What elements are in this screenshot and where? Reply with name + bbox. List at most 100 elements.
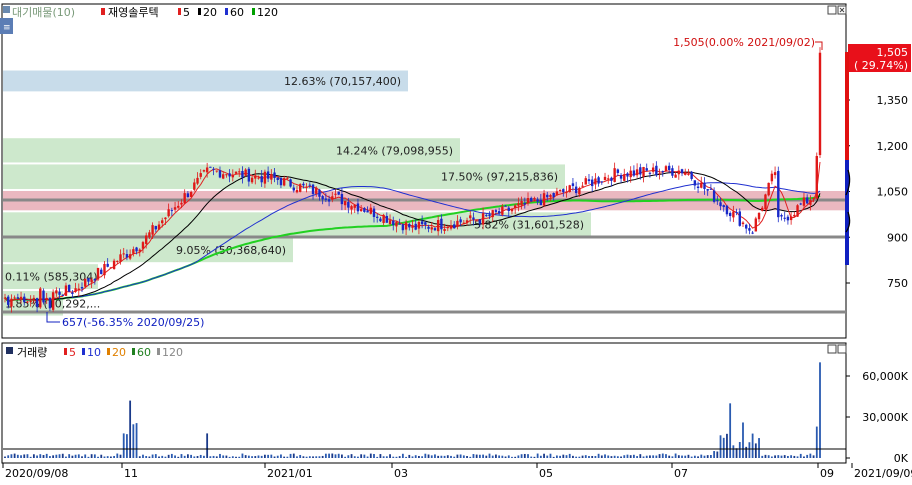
- candle-body: [276, 177, 279, 181]
- candle-body: [331, 196, 334, 200]
- volume-bar: [572, 455, 574, 458]
- candle-body: [212, 168, 215, 170]
- volume-bar: [626, 454, 629, 458]
- index-icon: [3, 6, 10, 13]
- volume-bar: [748, 442, 751, 458]
- volume-bar: [251, 456, 253, 458]
- volume-bar: [674, 453, 677, 458]
- volume-bar: [706, 455, 709, 458]
- candle-body: [728, 212, 732, 217]
- volume-bar: [315, 456, 318, 458]
- volume-bar: [555, 455, 558, 458]
- candle-body: [90, 279, 93, 283]
- volume-bar: [575, 456, 578, 458]
- candle-body: [55, 290, 58, 294]
- volume-bar: [812, 455, 815, 458]
- price-tick-label: 900: [887, 231, 908, 244]
- volume-bar: [401, 453, 404, 458]
- candle-body: [427, 226, 430, 229]
- volume-bar: [10, 454, 13, 458]
- volume-bar: [321, 455, 324, 458]
- candle-body: [738, 211, 741, 226]
- candle-body: [170, 210, 174, 212]
- volume-bar: [39, 454, 42, 458]
- volume-bar: [530, 456, 533, 458]
- candle-body: [581, 185, 584, 187]
- candle-body: [491, 210, 494, 218]
- candle-body: [513, 205, 517, 209]
- candle-body: [745, 224, 748, 229]
- candle-body: [607, 178, 610, 180]
- candle-body: [51, 292, 55, 310]
- volume-bar: [225, 455, 228, 458]
- volume-bar: [183, 455, 186, 458]
- candle-body: [603, 176, 607, 181]
- candle-body: [584, 178, 587, 185]
- volume-bar: [247, 455, 250, 458]
- volume-bar: [616, 456, 619, 458]
- volume-bar: [649, 455, 651, 458]
- volume-bar: [533, 456, 536, 458]
- candle-body: [93, 278, 97, 281]
- candle-body: [424, 222, 427, 225]
- volume-bar: [32, 454, 35, 458]
- candle-body: [241, 170, 244, 178]
- candle-body: [552, 192, 555, 198]
- candle-body: [26, 301, 29, 303]
- volume-bar: [450, 455, 452, 458]
- candle-body: [164, 217, 167, 220]
- candle-body: [716, 200, 719, 202]
- candle-body: [485, 215, 488, 217]
- candle-body: [510, 209, 514, 212]
- candle-body: [347, 201, 350, 208]
- candle-body: [530, 197, 533, 202]
- ma-legend-label: 20: [203, 6, 217, 19]
- candle-body: [809, 200, 812, 205]
- volume-bar: [787, 455, 789, 458]
- candle-body: [376, 216, 379, 218]
- volume-bar: [687, 454, 690, 458]
- volume-bar: [819, 362, 821, 458]
- candle-body: [282, 178, 286, 186]
- candle-body: [298, 184, 302, 192]
- candle-body: [16, 297, 20, 299]
- candle-body: [3, 297, 7, 299]
- candle-body: [10, 298, 13, 307]
- candle-body: [751, 232, 754, 234]
- candle-body: [359, 209, 363, 212]
- volume-profile-label: 12.63% (70,157,400): [284, 75, 401, 88]
- candle-body: [77, 288, 80, 291]
- high-annotation: 1,505(0.00% 2021/09/02): [673, 36, 815, 49]
- candle-body: [327, 199, 331, 202]
- volume-bar: [49, 456, 51, 458]
- candle-body: [436, 219, 440, 232]
- volume-bar: [472, 454, 475, 458]
- volume-bar: [681, 455, 683, 458]
- volume-bar: [578, 456, 581, 458]
- candle-body: [780, 215, 783, 217]
- ma-legend-swatch: [178, 8, 181, 15]
- volume-bar: [430, 455, 433, 458]
- volume-bar: [607, 455, 610, 458]
- vol-legend-swatch: [64, 348, 67, 355]
- side-tab-glyph: ≡: [3, 23, 11, 33]
- volume-bar: [376, 456, 379, 458]
- vol-legend-label: 60: [137, 346, 151, 359]
- candle-body: [138, 249, 141, 252]
- volume-bar: [344, 456, 347, 458]
- volume-bar: [604, 454, 606, 458]
- candle-body: [642, 167, 645, 177]
- candle-body: [555, 191, 559, 196]
- candle-body: [764, 194, 767, 210]
- volume-bar: [591, 455, 594, 458]
- vol-legend-swatch: [132, 348, 135, 355]
- volume-bar: [478, 454, 481, 458]
- volume-bar: [655, 455, 658, 458]
- candle-body: [430, 227, 433, 230]
- volume-bar: [260, 455, 263, 458]
- volume-bar: [770, 456, 773, 458]
- volume-bar: [353, 456, 356, 458]
- volume-bar: [52, 455, 55, 458]
- volume-bar: [289, 453, 292, 458]
- x-tick-label: 2020/09/08: [5, 467, 68, 480]
